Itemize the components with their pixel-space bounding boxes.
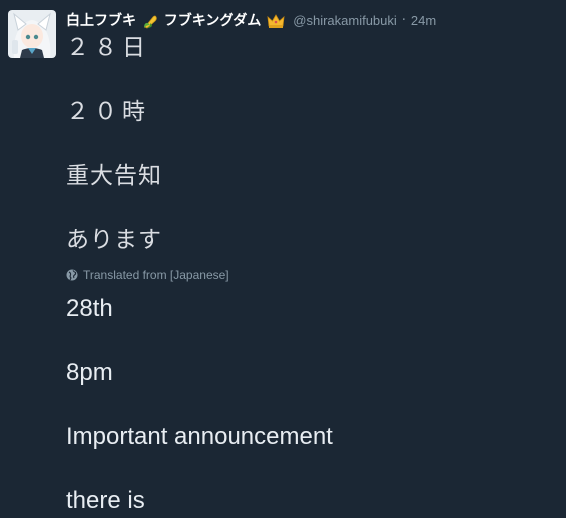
- avatar[interactable]: [8, 10, 56, 58]
- corn-emoji-icon: [143, 15, 157, 29]
- translated-from-label: Translated from [Japanese]: [66, 268, 229, 282]
- translated-text-line: 8pm: [66, 359, 113, 386]
- display-name[interactable]: 白上フブキ フブキングダム: [66, 10, 287, 30]
- original-text-line: 重大告知: [66, 163, 162, 189]
- header-separator: ·: [401, 12, 406, 28]
- translated-text-line: there is: [66, 487, 145, 514]
- tweet-timestamp[interactable]: 24m: [411, 13, 436, 28]
- translated-from-text: Translated from [Japanese]: [83, 268, 229, 282]
- globe-icon: [66, 269, 78, 281]
- tweet-header: 白上フブキ フブキングダム @shirakamifubuki · 24m: [66, 10, 436, 30]
- original-text-line: ２０時: [66, 99, 150, 125]
- user-handle[interactable]: @shirakamifubuki: [293, 13, 397, 28]
- translated-text-line: 28th: [66, 295, 113, 322]
- translated-text-line: Important announcement: [66, 423, 333, 450]
- original-text-line: ２８日: [66, 35, 150, 61]
- display-name-part1[interactable]: 白上フブキ: [66, 12, 136, 28]
- crown-emoji-icon: [267, 14, 285, 29]
- display-name-part2[interactable]: フブキングダム: [164, 12, 262, 28]
- original-text-line: あります: [66, 227, 162, 253]
